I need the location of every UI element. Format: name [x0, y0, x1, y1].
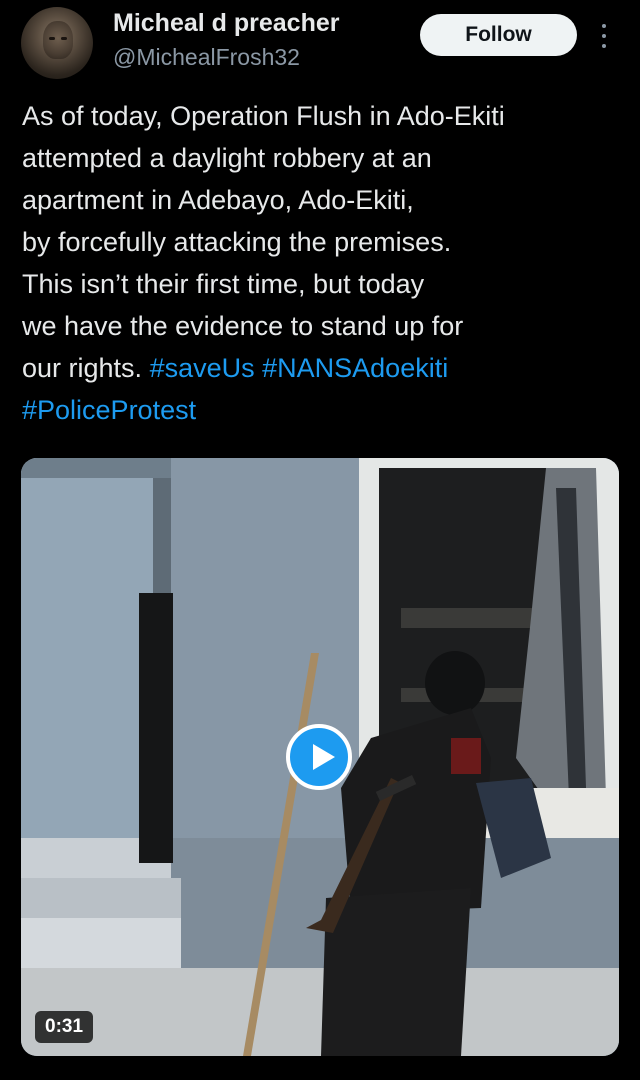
avatar[interactable]	[21, 7, 93, 79]
hashtag-link[interactable]: #PoliceProtest	[22, 395, 196, 425]
tweet-text-line: apartment in Adebayo, Ado-Ekiti,	[22, 185, 414, 215]
video-player[interactable]: 0:31	[21, 458, 619, 1056]
play-triangle	[313, 744, 335, 770]
follow-button[interactable]: Follow	[420, 14, 577, 56]
tweet-text-fragment: our rights.	[22, 353, 150, 383]
more-dot	[602, 44, 606, 48]
more-dot	[602, 34, 606, 38]
tweet-text: As of today, Operation Flush in Ado-Ekit…	[22, 95, 632, 431]
video-duration-badge: 0:31	[35, 1011, 94, 1043]
tweet-text-line: by forcefully attacking the premises.	[22, 227, 452, 257]
author-handle[interactable]: @MichealFrosh32	[113, 44, 300, 71]
tweet-text-line: we have the evidence to stand up for	[22, 311, 464, 341]
tweet-text-line: This isn’t their first time, but today	[22, 269, 425, 299]
hashtag-link[interactable]: #saveUs	[150, 353, 255, 383]
avatar-face	[43, 21, 73, 59]
more-dot	[602, 24, 606, 28]
more-options-icon[interactable]	[594, 20, 614, 52]
tweet-text-line: #PoliceProtest	[22, 389, 632, 431]
play-icon[interactable]	[286, 724, 352, 790]
avatar-eye-left	[49, 37, 55, 40]
tweet-text-line: As of today, Operation Flush in Ado-Ekit…	[22, 101, 505, 131]
avatar-eye-right	[61, 37, 67, 40]
tweet-header: Micheal d preacher @MichealFrosh32 Follo…	[0, 0, 640, 88]
tweet-text-line: our rights. #saveUs #NANSAdoekiti	[22, 347, 632, 389]
hashtag-link[interactable]: #NANSAdoekiti	[262, 353, 448, 383]
author-display-name[interactable]: Micheal d preacher	[113, 9, 339, 38]
tweet-text-line: attempted a daylight robbery at an	[22, 143, 432, 173]
